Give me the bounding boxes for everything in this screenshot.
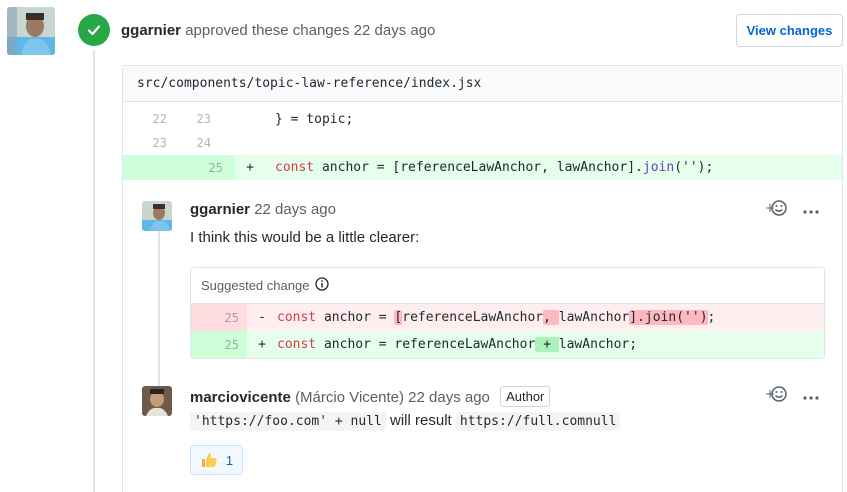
- avatar-photo-icon: [142, 386, 172, 416]
- approved-check-icon: [78, 14, 110, 46]
- old-line-number[interactable]: 23: [123, 136, 179, 150]
- comment-body: I think this would be a little clearer:: [190, 229, 420, 246]
- keyword: const: [275, 160, 315, 175]
- comment-time[interactable]: 22 days ago: [408, 389, 490, 406]
- code-text: referenceLawAnchor: [402, 310, 544, 325]
- view-changes-button[interactable]: View changes: [736, 14, 843, 47]
- diff-line: 22 23 } = topic;: [123, 107, 842, 131]
- function-name: join: [642, 160, 675, 175]
- review-event-text: ggarnier approved these changes 22 days …: [121, 22, 435, 39]
- string-literal: '': [682, 160, 698, 175]
- avatar[interactable]: [7, 7, 55, 55]
- code-text: } = topic;: [275, 111, 354, 127]
- code-line: const anchor = referenceLawAnchor + lawA…: [277, 337, 637, 352]
- comment-full-name: (Márcio Vicente): [295, 389, 404, 406]
- code-text: (: [674, 160, 683, 175]
- code-line: } = topic;: [223, 112, 353, 127]
- timeline-line: [93, 50, 95, 492]
- suggestion-added-line: 25 + const anchor = referenceLawAnchor +…: [191, 331, 824, 358]
- new-line-number[interactable]: 24: [179, 136, 223, 150]
- suggested-change-title: Suggested change: [201, 278, 310, 293]
- comment-author-link[interactable]: ggarnier: [190, 201, 250, 218]
- avatar[interactable]: [142, 386, 172, 416]
- more-options-icon[interactable]: [803, 388, 819, 404]
- removed-text: ].join(''): [629, 310, 708, 325]
- diff-sign: +: [246, 160, 254, 175]
- code-text: lawAnchor: [558, 310, 630, 325]
- removed-text: ,: [543, 310, 559, 325]
- code-text: anchor = [referenceLawAnchor, lawAnchor]…: [314, 160, 643, 175]
- comment-body: 'https://foo.com' + null will result htt…: [190, 412, 621, 431]
- add-reaction-icon[interactable]: +: [765, 385, 787, 406]
- reaction-count: 1: [225, 452, 234, 468]
- suggested-change-box: Suggested change 25 - const anchor = [re…: [190, 267, 825, 359]
- code-text: );: [697, 160, 714, 175]
- more-options-icon[interactable]: [803, 202, 819, 218]
- line-number: 25: [191, 304, 247, 331]
- comment-header: marciovicente (Márcio Vicente) 22 days a…: [190, 386, 551, 407]
- info-icon[interactable]: [315, 277, 330, 294]
- diff-line-added: 25 + const anchor = [referenceLawAnchor,…: [123, 155, 842, 180]
- keyword: const: [277, 337, 317, 352]
- review-author-link[interactable]: ggarnier: [121, 22, 181, 39]
- avatar[interactable]: [142, 201, 172, 231]
- old-line-number[interactable]: [123, 155, 179, 180]
- code-text: ;: [707, 310, 716, 325]
- thumbs-up-reaction-button[interactable]: 1: [190, 445, 243, 475]
- review-time[interactable]: 22 days ago: [354, 22, 436, 39]
- avatar-photo-icon: [7, 7, 55, 55]
- new-line-number[interactable]: 23: [179, 112, 223, 126]
- author-badge: Author: [500, 386, 551, 407]
- thread-line: [158, 219, 160, 391]
- code-text: anchor =: [316, 310, 395, 325]
- comment-actions: +: [765, 199, 819, 220]
- comment-author-link[interactable]: marciovicente: [190, 389, 291, 406]
- diff-sign: +: [258, 337, 266, 352]
- new-line-number[interactable]: 25: [179, 155, 235, 180]
- review-action: approved these changes: [185, 22, 350, 39]
- avatar-photo-icon: [142, 201, 172, 231]
- old-line-number[interactable]: 22: [123, 112, 179, 126]
- code-line: const anchor = [referenceLawAnchor, lawA…: [257, 160, 713, 175]
- comment-actions: +: [765, 385, 819, 406]
- code-line: const anchor = [referenceLawAnchor, lawA…: [277, 310, 715, 325]
- inline-code: https://full.comnull: [455, 412, 621, 431]
- comment-text: will result: [390, 412, 452, 429]
- file-path-header: src/components/topic-law-reference/index…: [123, 66, 842, 102]
- line-number: 25: [191, 331, 247, 358]
- diff-sign: -: [258, 310, 266, 325]
- suggestion-deleted-line: 25 - const anchor = [referenceLawAnchor,…: [191, 304, 824, 331]
- suggested-change-header: Suggested change: [191, 268, 824, 304]
- thumbs-up-icon: [201, 453, 217, 467]
- add-reaction-icon[interactable]: +: [765, 199, 787, 220]
- review-thread-box: src/components/topic-law-reference/index…: [122, 65, 843, 492]
- added-text: +: [535, 337, 559, 352]
- file-path[interactable]: src/components/topic-law-reference/index…: [137, 76, 481, 91]
- diff-line: 23 24: [123, 131, 842, 155]
- code-text: lawAnchor;: [558, 337, 638, 352]
- inline-code: 'https://foo.com' + null: [190, 412, 386, 431]
- comment-header: ggarnier 22 days ago: [190, 201, 336, 218]
- keyword: const: [277, 310, 317, 325]
- code-text: anchor = referenceLawAnchor: [316, 337, 536, 352]
- comment-time[interactable]: 22 days ago: [254, 201, 336, 218]
